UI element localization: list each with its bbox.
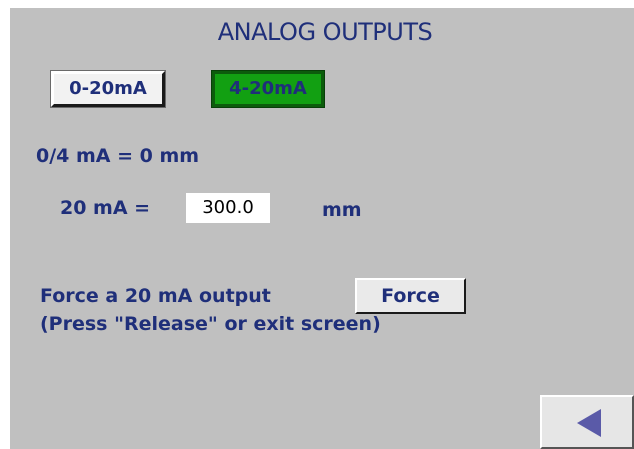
- full-scale-value-field[interactable]: 300.0: [186, 193, 270, 223]
- full-scale-label: 20 mA =: [60, 197, 151, 219]
- force-instruction-line1: Force a 20 mA output: [40, 285, 271, 307]
- range-0-20ma-button[interactable]: 0-20mA: [50, 70, 166, 108]
- page-title: ANALOG OUTPUTS: [217, 18, 433, 46]
- zero-point-label: 0/4 mA = 0 mm: [36, 145, 200, 167]
- analog-outputs-screen: ANALOG OUTPUTS 0-20mA 4-20mA 0/4 mA = 0 …: [10, 8, 634, 449]
- full-scale-unit: mm: [322, 199, 362, 221]
- force-instruction-line2: (Press "Release" or exit screen): [40, 313, 381, 335]
- left-arrow-icon: [577, 409, 601, 437]
- back-button[interactable]: [540, 395, 634, 449]
- range-4-20ma-button[interactable]: 4-20mA: [211, 70, 325, 108]
- force-button[interactable]: Force: [355, 278, 466, 314]
